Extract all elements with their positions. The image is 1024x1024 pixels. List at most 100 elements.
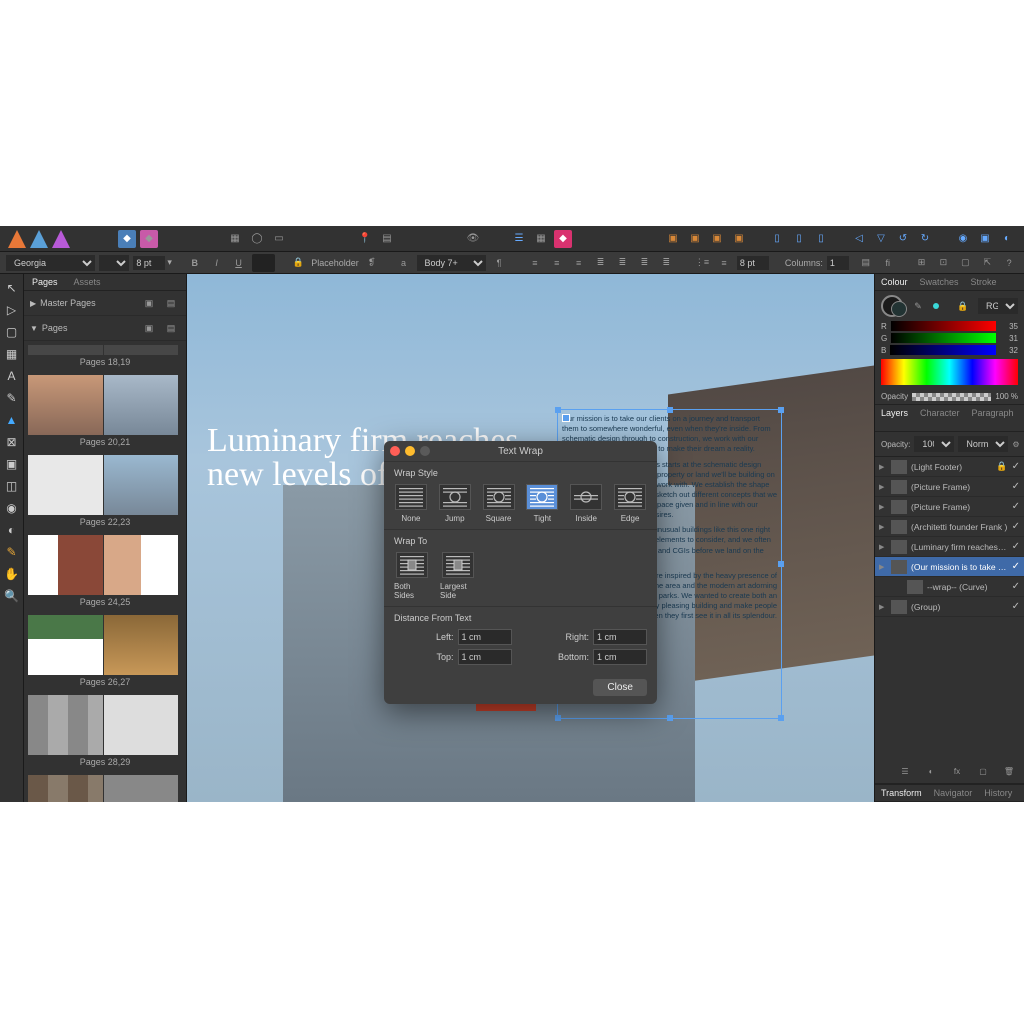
preflight-icon[interactable]: ◯ <box>248 230 266 248</box>
eyedropper-icon[interactable]: ✎ <box>909 297 927 315</box>
mask-icon[interactable]: ◐ <box>922 762 940 780</box>
character-tab[interactable]: Character <box>914 405 966 431</box>
visibility-check-icon[interactable]: ✓ <box>1012 561 1020 572</box>
swatches-tab[interactable]: Swatches <box>914 274 965 290</box>
spread[interactable]: Pages 20,21 <box>28 375 182 447</box>
spread[interactable]: Pages 26,27 <box>28 615 182 687</box>
colour-picker-tool[interactable]: ✎ <box>2 542 22 562</box>
picture-frame-tool[interactable]: ⊠ <box>2 432 22 452</box>
fi-icon[interactable]: fi <box>879 254 897 272</box>
flip-h-icon[interactable]: ◁ <box>850 230 868 248</box>
section-icon[interactable]: ▣ <box>976 230 994 248</box>
stroke-tab[interactable]: Stroke <box>965 274 1003 290</box>
dist-top-input[interactable] <box>458 649 512 665</box>
wrap-style-tight[interactable]: Tight <box>525 484 559 523</box>
layers-view-icon[interactable]: ☰ <box>896 762 914 780</box>
spread[interactable]: Pages 18,19 <box>28 345 182 367</box>
pages-tab[interactable]: Pages <box>24 274 66 290</box>
transform-tab[interactable]: Transform <box>875 785 928 801</box>
font-variant-select[interactable] <box>99 255 129 271</box>
layer-row[interactable]: ▶(Light Footer)🔒✓ <box>875 457 1024 477</box>
wrap-to-largest-side[interactable]: Largest Side <box>440 552 476 600</box>
bullet-list-icon[interactable]: ⋮≡ <box>693 254 711 272</box>
canvas[interactable]: Luminary firm reachesnew levels of desig… <box>187 274 874 802</box>
spread[interactable]: Pages 22,23 <box>28 455 182 527</box>
rotate-ccw-icon[interactable]: ↺ <box>894 230 912 248</box>
colour-tab[interactable]: Colour <box>875 274 914 290</box>
arrange-back-icon[interactable]: ▣ <box>664 230 682 248</box>
layer-row[interactable]: ▶(Picture Frame)✓ <box>875 497 1024 517</box>
help-icon[interactable]: ? <box>1000 254 1018 272</box>
transform-icon[interactable]: ◉ <box>954 230 972 248</box>
pan-tool[interactable]: ✋ <box>2 564 22 584</box>
align-center-text-icon[interactable]: ≡ <box>548 254 566 272</box>
add-master-icon[interactable]: ▣ <box>140 294 158 312</box>
add-page-icon[interactable]: ▣ <box>140 319 158 337</box>
tint-dot-icon[interactable] <box>933 303 939 309</box>
spread[interactable]: Pages 28,29 <box>28 695 182 767</box>
move-tool[interactable]: ↖ <box>2 278 22 298</box>
history-tab[interactable]: History <box>978 785 1018 801</box>
arrange-backward-icon[interactable]: ▣ <box>686 230 704 248</box>
wrap-style-edge[interactable]: Edge <box>613 484 647 523</box>
align-right-icon[interactable]: ▯ <box>812 230 830 248</box>
font-size-input[interactable] <box>133 256 165 270</box>
justify-right-icon[interactable]: ≣ <box>635 254 653 272</box>
baseline-grid-icon[interactable]: ⊡ <box>934 254 952 272</box>
align-right-text-icon[interactable]: ≡ <box>570 254 588 272</box>
list-indent-input[interactable] <box>737 256 769 270</box>
justify-center-icon[interactable]: ≣ <box>614 254 632 272</box>
text-style-select[interactable]: Body 7+ <box>417 255 487 271</box>
transparency-tool[interactable]: ◐ <box>2 520 22 540</box>
pages-header[interactable]: ▼Pages ▣ ▤ <box>24 316 186 341</box>
paragraph-icon[interactable]: ¶ <box>490 254 508 272</box>
pin-icon[interactable]: 📍 <box>356 230 374 248</box>
visibility-check-icon[interactable]: ✓ <box>1012 601 1020 612</box>
dist-bottom-input[interactable] <box>593 649 647 665</box>
baseline-icon[interactable]: ☰ <box>510 230 528 248</box>
justify-left-icon[interactable]: ≣ <box>592 254 610 272</box>
justify-all-icon[interactable]: ≣ <box>657 254 675 272</box>
app-logo-publisher[interactable] <box>52 230 70 248</box>
layer-row[interactable]: ▶(Luminary firm reaches new)✓ <box>875 537 1024 557</box>
layer-opacity-select[interactable]: 100 % <box>914 436 954 452</box>
align-left-text-icon[interactable]: ≡ <box>526 254 544 272</box>
rotate-cw-icon[interactable]: ↻ <box>916 230 934 248</box>
navigator-tab[interactable]: Navigator <box>928 785 979 801</box>
spread[interactable]: Pages 24,25 <box>28 535 182 607</box>
spectrum-picker[interactable] <box>881 359 1018 385</box>
lock-icon[interactable]: 🔒 <box>996 461 1007 472</box>
visibility-check-icon[interactable]: ✓ <box>1012 541 1020 552</box>
fill-swatch[interactable] <box>252 254 276 272</box>
layer-row[interactable]: ▶(Picture Frame)✓ <box>875 477 1024 497</box>
paragraph-tab[interactable]: Paragraph <box>966 405 1020 431</box>
arrange-front-icon[interactable]: ▣ <box>730 230 748 248</box>
preflight-check-icon[interactable]: ◆ <box>554 230 572 248</box>
columns-input[interactable] <box>827 256 849 270</box>
underline-icon[interactable]: U <box>230 254 248 272</box>
align-left-icon[interactable]: ▯ <box>768 230 786 248</box>
pages-list[interactable]: Pages 18,19 Pages 20,21 Pages 22,23 Page… <box>24 341 186 802</box>
dist-left-input[interactable] <box>458 629 512 645</box>
b-slider[interactable] <box>890 345 996 355</box>
wrap-style-square[interactable]: Square <box>482 484 516 523</box>
frame-text-tool[interactable]: ▢ <box>2 322 22 342</box>
wrap-icon[interactable]: ▤ <box>378 230 396 248</box>
snap-icon[interactable]: ▦ <box>532 230 550 248</box>
visibility-check-icon[interactable]: ✓ <box>1012 461 1020 472</box>
opacity-slider[interactable] <box>912 393 991 401</box>
blend-mode-select[interactable]: Normal <box>958 436 1008 452</box>
flip-v-icon[interactable]: ▽ <box>872 230 890 248</box>
typography-icon[interactable]: ❡ <box>363 254 381 272</box>
layer-row[interactable]: ▶(Group)✓ <box>875 597 1024 617</box>
page-menu-icon[interactable]: ▤ <box>162 319 180 337</box>
visibility-check-icon[interactable]: ✓ <box>1012 481 1020 492</box>
wrap-style-inside[interactable]: Inside <box>569 484 603 523</box>
vertical-align-icon[interactable]: ▤ <box>857 254 875 272</box>
placeholder-icon[interactable]: 🔒 <box>289 254 307 272</box>
align-center-icon[interactable]: ▯ <box>790 230 808 248</box>
app-logo-photo[interactable] <box>30 230 48 248</box>
zoom-tool[interactable]: 🔍 <box>2 586 22 606</box>
layer-row[interactable]: ▶(Architetti founder Frank )✓ <box>875 517 1024 537</box>
artistic-text-tool[interactable]: A <box>2 366 22 386</box>
